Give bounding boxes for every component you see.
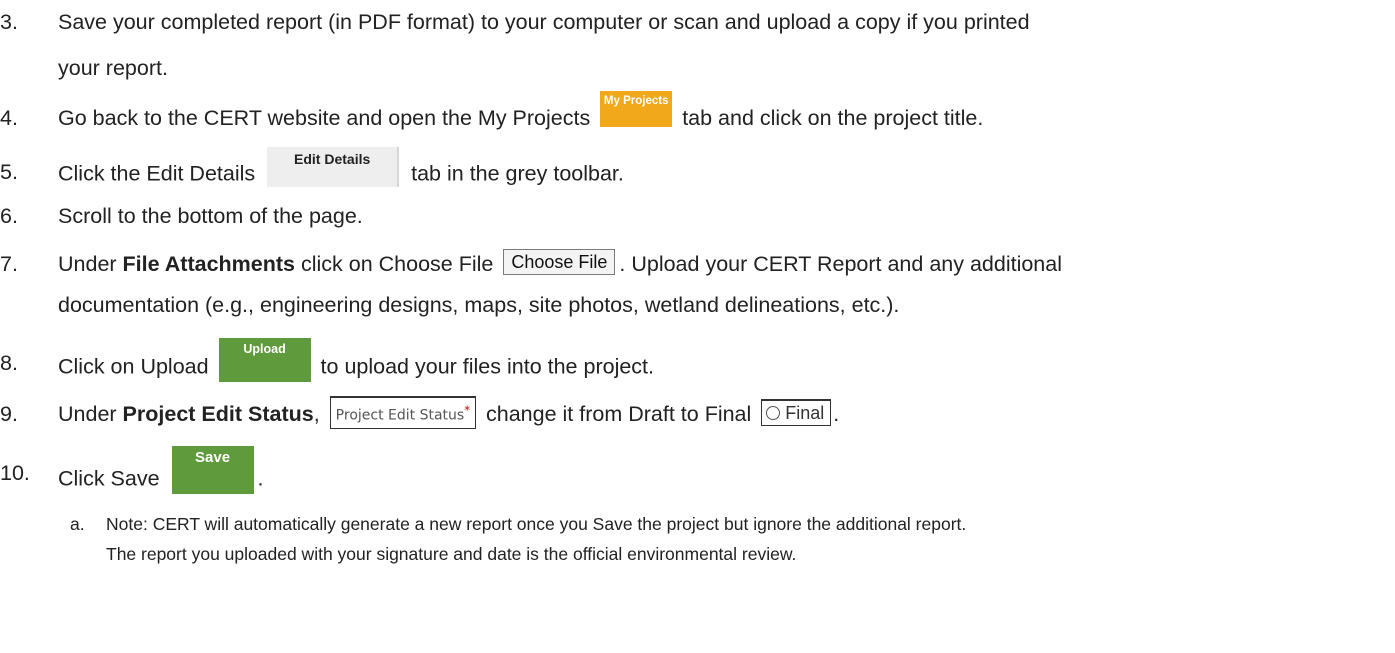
project-edit-status-label: Project Edit Status: [122, 402, 314, 426]
note-text-continued: The report you uploaded with your signat…: [106, 544, 797, 564]
step-text: Under: [58, 402, 117, 426]
note-letter: a.: [70, 514, 85, 534]
step-text-mid: click on Choose File: [300, 252, 494, 276]
upload-button[interactable]: Upload: [218, 338, 311, 382]
step-text-after: . Upload your CERT Report and any additi…: [619, 252, 1062, 276]
step-text: Scroll to the bottom of the page.: [58, 204, 363, 228]
step-number: 8.: [0, 351, 18, 375]
step-comma: ,: [313, 402, 320, 426]
step-text-after: to upload your files into the project.: [320, 354, 654, 379]
step-number: 5.: [0, 160, 18, 184]
step-period: .: [833, 402, 840, 426]
radio-circle-icon[interactable]: [766, 406, 781, 421]
required-marker: *: [464, 403, 471, 417]
step-text-after: tab in the grey toolbar.: [411, 161, 624, 186]
step-text-after: tab and click on the project title.: [682, 106, 984, 130]
my-projects-tab[interactable]: My Projects: [600, 91, 673, 128]
step-text: Under: [58, 252, 117, 276]
edit-details-tab[interactable]: Edit Details: [267, 147, 400, 187]
step-text-continued: documentation (e.g., engineering designs…: [58, 293, 900, 317]
step-text: Click on Upload: [58, 354, 209, 379]
step-text-mid: change it from Draft to Final: [486, 402, 752, 426]
step-period: .: [257, 466, 264, 491]
final-radio-option[interactable]: Final: [761, 398, 832, 426]
instructions-document: 3. Save your completed report (in PDF fo…: [0, 0, 1395, 653]
final-radio-label: Final: [785, 402, 825, 423]
step-text: Save your completed report (in PDF forma…: [58, 10, 1030, 34]
step-number: 10.: [0, 461, 30, 485]
note-text: Note: CERT will automatically generate a…: [106, 514, 967, 534]
choose-file-button[interactable]: Choose File: [503, 249, 616, 276]
step-number: 4.: [0, 106, 18, 130]
step-text: Click the Edit Details: [58, 161, 256, 186]
step-number: 6.: [0, 204, 18, 228]
project-edit-status-field[interactable]: Project Edit Status*: [329, 396, 477, 429]
step-number: 7.: [0, 252, 18, 276]
step-number: 3.: [0, 10, 18, 34]
step-text-continued: your report.: [58, 56, 168, 80]
step-number: 9.: [0, 402, 18, 426]
file-attachments-label: File Attachments: [122, 252, 295, 276]
step-text: Go back to the CERT website and open the…: [58, 106, 591, 130]
step-text: Click Save: [58, 466, 160, 491]
save-button[interactable]: Save: [171, 446, 254, 494]
project-edit-status-field-label: Project Edit Status: [335, 407, 465, 424]
